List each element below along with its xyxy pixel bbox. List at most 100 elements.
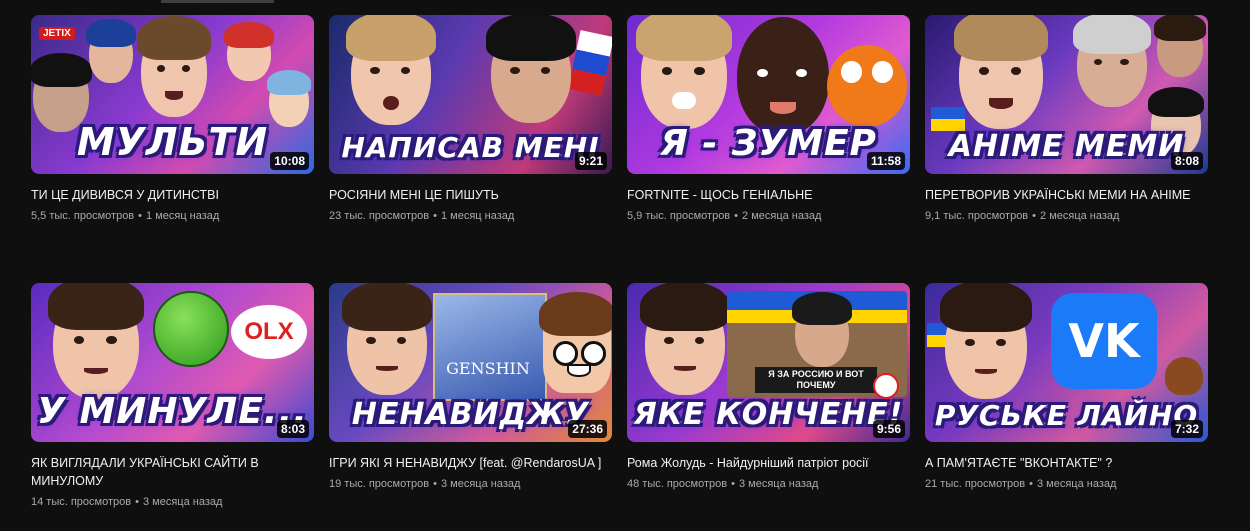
- cartoon-image: [538, 291, 612, 393]
- video-title[interactable]: Рома Жолудь - Найдурніший патріот росії: [627, 454, 910, 472]
- video-meta: 23 тыс. просмотров • 1 месяц назад: [329, 210, 612, 222]
- view-count: 5,5 тыс. просмотров: [31, 210, 135, 222]
- video-meta: 5,9 тыс. просмотров • 2 месяца назад: [627, 210, 910, 222]
- person-image: [342, 283, 432, 395]
- view-count: 19 тыс. просмотров: [329, 478, 430, 490]
- genshin-logo: GENSHIN: [446, 359, 530, 378]
- person-image: [346, 15, 436, 125]
- view-count: 21 тыс. просмотров: [925, 478, 1026, 490]
- smiley-logo-image: [153, 291, 229, 367]
- duration-badge: 8:08: [1170, 152, 1203, 170]
- fishstick-character-image: [827, 45, 907, 127]
- separator: •: [1029, 478, 1033, 490]
- person-image: [47, 283, 145, 399]
- vk-logo: VK: [1051, 293, 1157, 389]
- duration-badge: 7:32: [1170, 420, 1203, 438]
- duration-badge: 11:58: [866, 152, 905, 170]
- video-thumbnail[interactable]: JETIX МУЛЬТИ 10:08: [31, 15, 314, 174]
- view-count: 14 тыс. просмотров: [31, 496, 132, 508]
- separator: •: [1032, 210, 1037, 222]
- person-image: [86, 19, 136, 83]
- duration-badge: 10:08: [270, 152, 309, 170]
- video-title[interactable]: РОСІЯНИ МЕНІ ЦЕ ПИШУТЬ: [329, 186, 612, 204]
- video-title[interactable]: ТИ ЦЕ ДИВИВСЯ У ДИТИНСТВІ: [31, 186, 314, 204]
- video-thumbnail[interactable]: Я - ЗУМЕР 11:58: [627, 15, 910, 174]
- video-meta: 19 тыс. просмотров • 3 месяца назад: [329, 478, 612, 490]
- person-image: [953, 15, 1049, 129]
- thumbnail-caption: Я - ЗУМЕР: [660, 123, 877, 164]
- poop-emoji-image: [1165, 357, 1203, 395]
- separator: •: [135, 496, 139, 508]
- separator: •: [138, 210, 143, 222]
- person-image: [1154, 15, 1206, 77]
- video-card[interactable]: JETIX МУЛЬТИ 10:08 ТИ ЦЕ ДИВИВСЯ У ДИТИН…: [31, 15, 314, 222]
- clown-icon: [873, 373, 899, 399]
- video-title[interactable]: FORTNITE - ЩОСЬ ГЕНІАЛЬНЕ: [627, 186, 910, 204]
- view-count: 5,9 тыс. просмотров: [627, 210, 731, 222]
- thumbnail-caption: РУСЬКЕ ЛАЙНО: [934, 399, 1199, 432]
- view-count: 23 тыс. просмотров: [329, 210, 430, 222]
- upload-age: 3 месяца назад: [440, 478, 521, 490]
- video-card[interactable]: OLX У МИНУЛЕ... 8:03 ЯК ВИГЛЯДАЛИ УКРАЇН…: [31, 283, 314, 508]
- video-meta: 21 тыс. просмотров • 3 месяца назад: [925, 478, 1208, 490]
- person-image: [486, 15, 576, 123]
- ukraine-flag-image: [931, 107, 965, 131]
- video-meta: 9,1 тыс. просмотров • 2 месяца назад: [925, 210, 1208, 222]
- video-title[interactable]: ІГРИ ЯКІ Я НЕНАВИДЖУ [feat. @RendarosUA …: [329, 454, 612, 472]
- person-image: [640, 283, 730, 395]
- video-thumbnail[interactable]: VK РУСЬКЕ ЛАЙНО 7:32: [925, 283, 1208, 442]
- cartoon-image: [224, 21, 274, 81]
- thumbnail-caption: НАПИСАВ МЕНІ: [341, 131, 600, 164]
- video-card[interactable]: Я - ЗУМЕР 11:58 FORTNITE - ЩОСЬ ГЕНІАЛЬН…: [627, 15, 910, 222]
- separator: •: [734, 210, 739, 222]
- video-card[interactable]: АНІМЕ МЕМИ 8:08 ПЕРЕТВОРИВ УКРАЇНСЬКІ МЕ…: [925, 15, 1208, 222]
- upload-age: 3 месяца назад: [738, 478, 819, 490]
- person-image: [137, 15, 211, 117]
- separator: •: [731, 478, 735, 490]
- video-thumbnail[interactable]: АНІМЕ МЕМИ 8:08: [925, 15, 1208, 174]
- person-image: [1072, 15, 1152, 107]
- video-meta: 14 тыс. просмотров • 3 месяца назад: [31, 496, 314, 508]
- video-title[interactable]: ЯК ВИГЛЯДАЛИ УКРАЇНСЬКІ САЙТИ В МИНУЛОМУ: [31, 454, 314, 490]
- upload-age: 3 месяца назад: [1036, 478, 1117, 490]
- person-image: [635, 15, 733, 129]
- video-thumbnail[interactable]: OLX У МИНУЛЕ... 8:03: [31, 283, 314, 442]
- person-image: [791, 292, 853, 367]
- video-card[interactable]: НАПИСАВ МЕНІ 9:21 РОСІЯНИ МЕНІ ЦЕ ПИШУТЬ…: [329, 15, 612, 222]
- person-image: [940, 283, 1032, 399]
- video-thumbnail[interactable]: НАПИСАВ МЕНІ 9:21: [329, 15, 612, 174]
- video-meta: 5,5 тыс. просмотров • 1 месяц назад: [31, 210, 314, 222]
- thumbnail-caption: МУЛЬТИ: [76, 120, 269, 164]
- thumbnail-caption: НЕНАВИДЖУ: [351, 397, 590, 432]
- inset-caption: Я ЗА РОССИЮ И ВОТ ПОЧЕМУ: [755, 367, 877, 393]
- video-meta: 48 тыс. просмотров • 3 месяца назад: [627, 478, 910, 490]
- view-count: 9,1 тыс. просмотров: [925, 210, 1029, 222]
- genshin-impact-image: [433, 293, 547, 401]
- thumbnail-caption: АНІМЕ МЕМИ: [948, 129, 1185, 164]
- separator: •: [433, 210, 437, 222]
- video-thumbnail[interactable]: Я ЗА РОССИЮ И ВОТ ПОЧЕМУ ЯКЕ КОНЧЕНЕ! 9:…: [627, 283, 910, 442]
- video-title[interactable]: ПЕРЕТВОРИВ УКРАЇНСЬКІ МЕМИ НА АНІМЕ: [925, 186, 1208, 204]
- upload-age: 2 месяца назад: [1040, 210, 1120, 222]
- upload-age: 3 месяца назад: [142, 496, 223, 508]
- video-card[interactable]: GENSHIN НЕНАВИДЖУ 27:36 ІГРИ ЯКІ Я НЕНАВ…: [329, 283, 612, 490]
- video-grid: JETIX МУЛЬТИ 10:08 ТИ ЦЕ ДИВИВСЯ У ДИТИН…: [0, 0, 1250, 531]
- jetix-logo: JETIX: [39, 27, 75, 40]
- duration-badge: 9:56: [872, 420, 905, 438]
- upload-age: 1 месяц назад: [440, 210, 515, 222]
- view-count: 48 тыс. просмотров: [627, 478, 728, 490]
- olx-logo: OLX: [231, 305, 307, 359]
- fortnite-character-image: [737, 17, 829, 135]
- video-card[interactable]: Я ЗА РОССИЮ И ВОТ ПОЧЕМУ ЯКЕ КОНЧЕНЕ! 9:…: [627, 283, 910, 490]
- video-title[interactable]: А ПАМ'ЯТАЄТЕ "ВКОНТАКТЕ" ?: [925, 454, 1208, 472]
- thumbnail-caption: У МИНУЛЕ...: [37, 391, 308, 432]
- separator: •: [433, 478, 437, 490]
- duration-badge: 9:21: [574, 152, 607, 170]
- thumbnail-caption: ЯКЕ КОНЧЕНЕ!: [633, 397, 904, 432]
- video-thumbnail[interactable]: GENSHIN НЕНАВИДЖУ 27:36: [329, 283, 612, 442]
- video-card[interactable]: VK РУСЬКЕ ЛАЙНО 7:32 А ПАМ'ЯТАЄТЕ "ВКОНТ…: [925, 283, 1208, 490]
- duration-badge: 8:03: [276, 420, 309, 438]
- upload-age: 2 месяца назад: [742, 210, 822, 222]
- upload-age: 1 месяц назад: [146, 210, 220, 222]
- duration-badge: 27:36: [568, 420, 607, 438]
